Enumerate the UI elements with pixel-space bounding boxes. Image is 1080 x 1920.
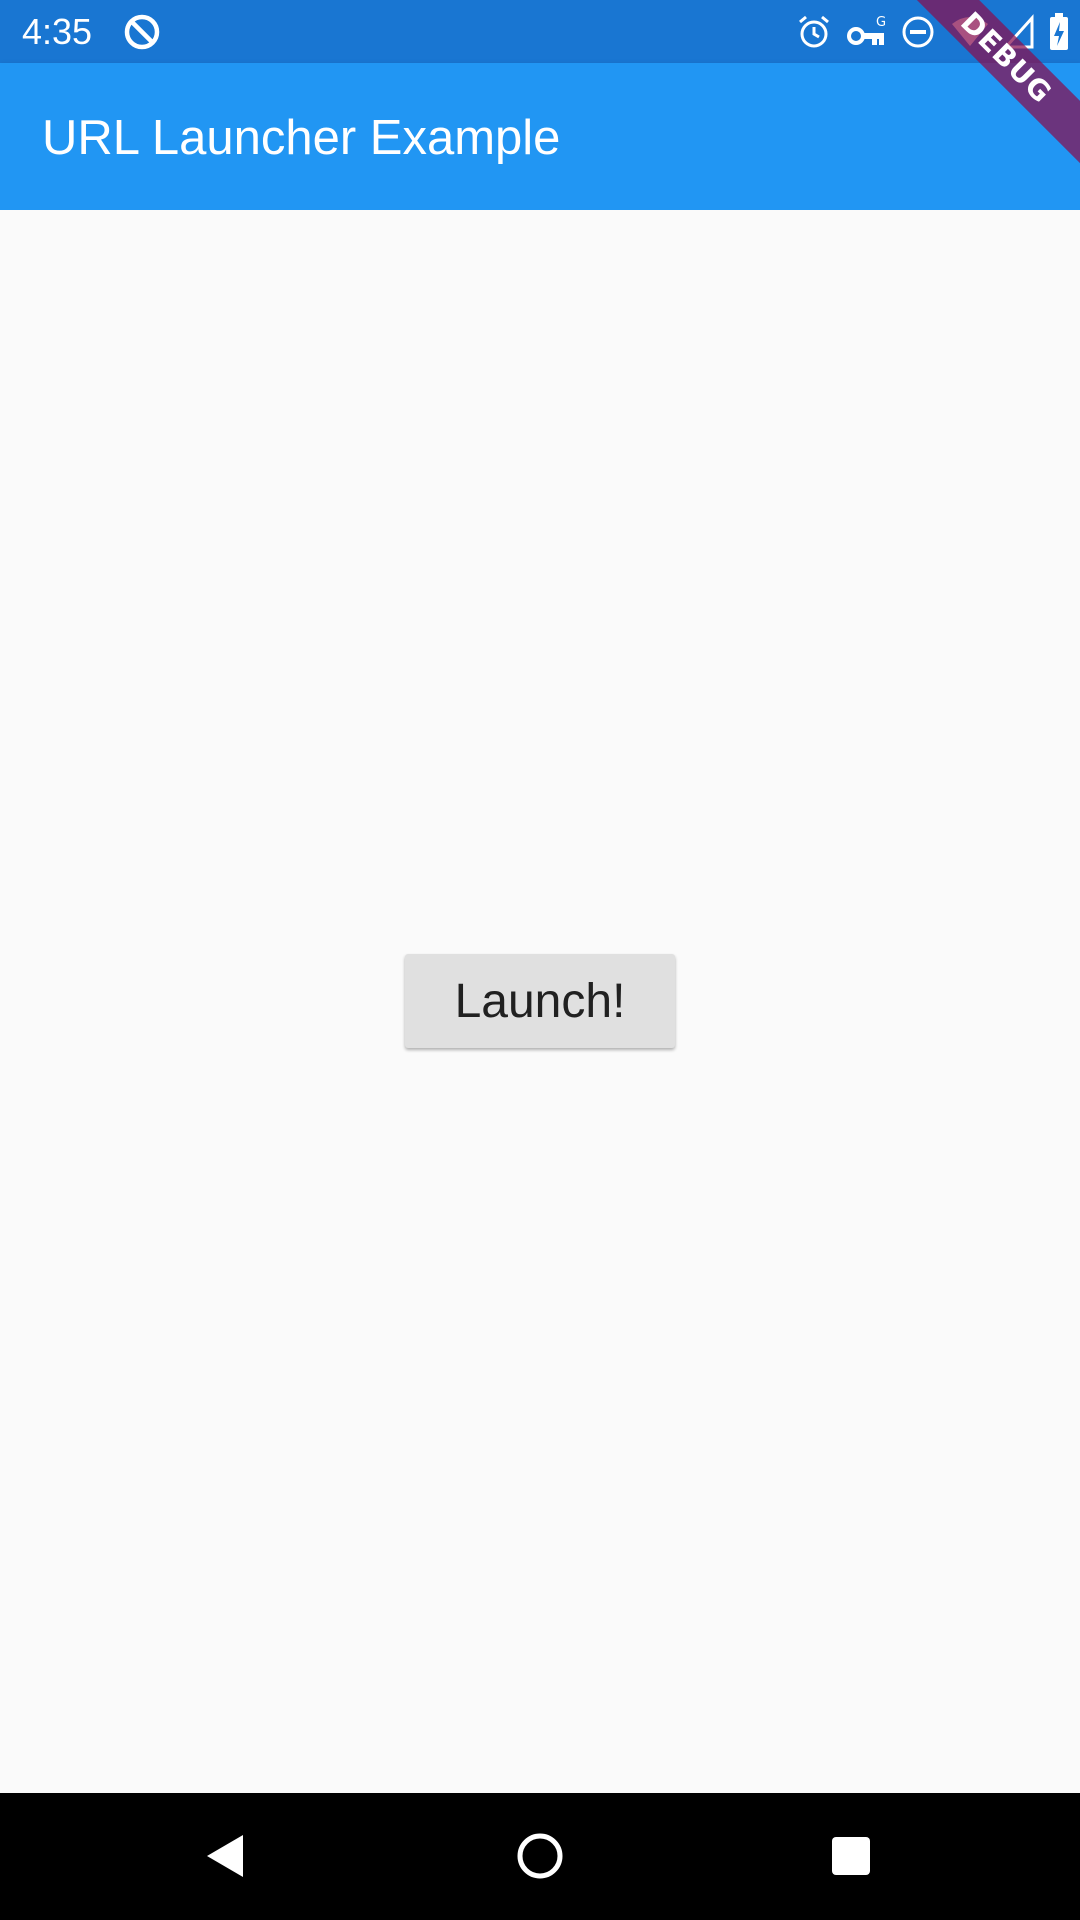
home-icon[interactable] bbox=[505, 1821, 575, 1891]
main-content: Launch! bbox=[0, 210, 1080, 1793]
navigation-bar bbox=[0, 1793, 1080, 1920]
back-icon[interactable] bbox=[190, 1821, 260, 1891]
status-time: 4:35 bbox=[22, 11, 93, 52]
wifi-icon bbox=[950, 14, 990, 50]
status-icons: G bbox=[796, 10, 1070, 54]
app-title: URL Launcher Example bbox=[42, 111, 561, 165]
alarm-icon bbox=[796, 14, 832, 50]
launch-button[interactable]: Launch! bbox=[405, 954, 675, 1048]
signal-icon bbox=[1004, 14, 1034, 50]
status-bar: 4:35 G bbox=[0, 0, 1080, 63]
do-not-disturb-icon bbox=[900, 14, 936, 50]
app-bar: URL Launcher Example bbox=[0, 63, 1080, 210]
recents-icon[interactable] bbox=[816, 1821, 886, 1891]
battery-charging-icon bbox=[1048, 12, 1070, 52]
svg-text:G: G bbox=[876, 15, 886, 30]
vpn-key-icon: G bbox=[846, 14, 886, 50]
data-saver-icon bbox=[122, 12, 162, 52]
